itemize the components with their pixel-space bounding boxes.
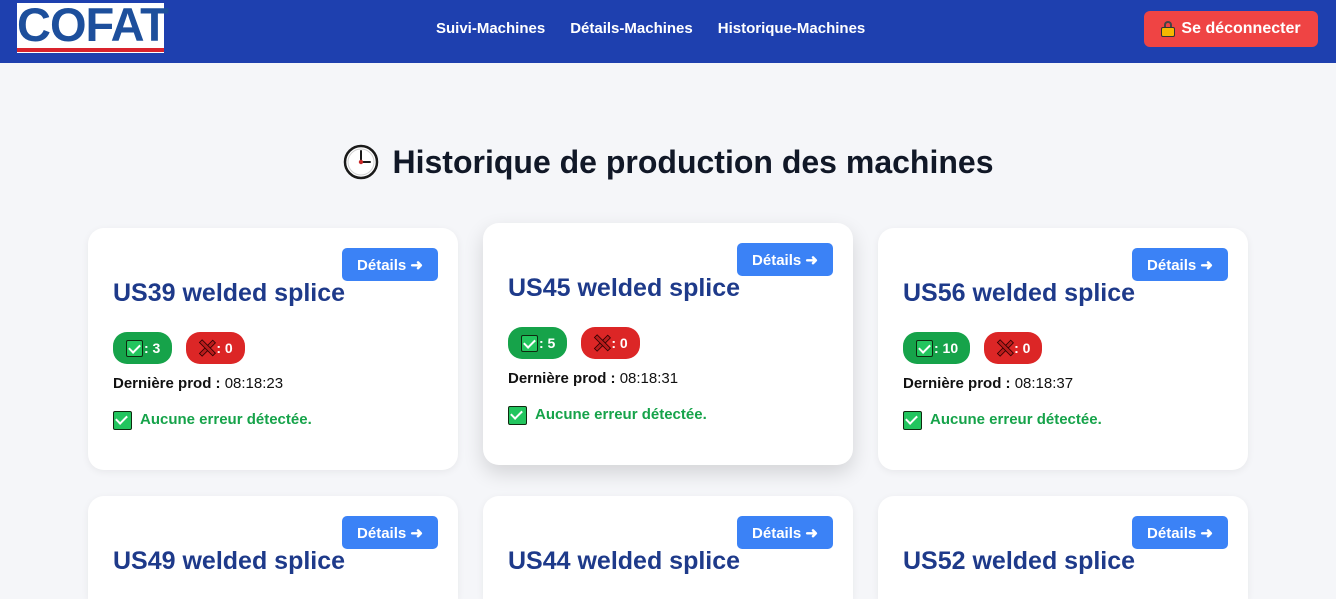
nav-suivi-machines[interactable]: Suivi-Machines: [436, 19, 545, 39]
machine-name: US49 welded splice: [113, 547, 346, 575]
details-button[interactable]: Détails ➜: [737, 516, 833, 549]
count-badges: : 5 : 0: [508, 327, 640, 359]
logo-text: COFAT: [17, 0, 169, 51]
status-message: Aucune erreur détectée.: [508, 405, 707, 425]
last-production: Dernière prod : 08:18:31: [508, 369, 678, 389]
check-icon: [521, 334, 538, 352]
error-count: : 0: [1014, 340, 1031, 356]
page-title: Historique de production des machines: [0, 142, 1336, 182]
check-icon: [903, 410, 922, 430]
error-count: : 0: [611, 335, 628, 351]
machine-card-us39: Détails ➜ US39 welded splice : 3 : 0 Der…: [88, 228, 458, 470]
cross-icon: [997, 340, 1013, 356]
last-prod-label: Dernière prod :: [903, 375, 1011, 392]
page-heading: Historique de production des machines: [392, 144, 994, 180]
lock-icon: [1161, 21, 1176, 37]
status-message: Aucune erreur détectée.: [903, 410, 1102, 430]
check-icon: [508, 405, 527, 425]
nav-links: Suivi-Machines Détails-Machines Historiq…: [436, 19, 865, 39]
cross-icon: [199, 340, 215, 356]
last-prod-time: 08:18:37: [1014, 375, 1074, 392]
ok-count: : 5: [539, 335, 556, 351]
nav-historique-machines[interactable]: Historique-Machines: [718, 19, 866, 39]
check-icon: [126, 339, 143, 357]
last-prod-time: 08:18:31: [619, 370, 679, 387]
nav-details-machines[interactable]: Détails-Machines: [570, 19, 693, 39]
machine-card-us49: Détails ➜ US49 welded splice: [88, 496, 458, 599]
count-badges: : 10 : 0: [903, 332, 1043, 364]
last-prod-label: Dernière prod :: [113, 375, 221, 392]
ok-count: : 3: [144, 340, 161, 356]
last-prod-time: 08:18:23: [224, 375, 284, 392]
logout-label: Se déconnecter: [1181, 20, 1301, 37]
status-text: Aucune erreur détectée.: [535, 406, 707, 423]
machine-name: US56 welded splice: [903, 279, 1136, 307]
check-icon: [916, 339, 933, 357]
ok-count-badge: : 3: [113, 332, 173, 364]
ok-count: : 10: [934, 340, 959, 356]
machine-card-us44: Détails ➜ US44 welded splice: [483, 496, 853, 599]
status-message: Aucune erreur détectée.: [113, 410, 312, 430]
count-badges: : 3 : 0: [113, 332, 245, 364]
details-button[interactable]: Détails ➜: [342, 516, 438, 549]
status-text: Aucune erreur détectée.: [140, 411, 312, 428]
details-button[interactable]: Détails ➜: [342, 248, 438, 281]
logout-button[interactable]: Se déconnecter: [1144, 11, 1318, 47]
machine-card-us56: Détails ➜ US56 welded splice : 10 : 0 De…: [878, 228, 1248, 470]
machine-name: US52 welded splice: [903, 547, 1136, 575]
ok-count-badge: : 10: [903, 332, 971, 364]
top-navbar: COFAT Suivi-Machines Détails-Machines Hi…: [0, 0, 1336, 63]
check-icon: [113, 410, 132, 430]
last-production: Dernière prod : 08:18:23: [113, 374, 283, 394]
machine-name: US44 welded splice: [508, 547, 741, 575]
clock-icon: [343, 144, 378, 180]
details-button[interactable]: Détails ➜: [737, 243, 833, 276]
details-button[interactable]: Détails ➜: [1132, 248, 1228, 281]
cross-icon: [594, 335, 610, 351]
error-count-badge: : 0: [984, 332, 1043, 364]
cofat-logo[interactable]: COFAT: [17, 0, 169, 53]
error-count-badge: : 0: [186, 332, 245, 364]
ok-count-badge: : 5: [508, 327, 568, 359]
status-text: Aucune erreur détectée.: [930, 411, 1102, 428]
logo-underline: [17, 48, 164, 52]
error-count-badge: : 0: [581, 327, 640, 359]
error-count: : 0: [216, 340, 233, 356]
machine-card-us52: Détails ➜ US52 welded splice: [878, 496, 1248, 599]
last-production: Dernière prod : 08:18:37: [903, 374, 1073, 394]
details-button[interactable]: Détails ➜: [1132, 516, 1228, 549]
machine-name: US45 welded splice: [508, 274, 741, 302]
last-prod-label: Dernière prod :: [508, 370, 616, 387]
machine-name: US39 welded splice: [113, 279, 346, 307]
machine-card-us45: Détails ➜ US45 welded splice : 5 : 0 Der…: [483, 223, 853, 465]
